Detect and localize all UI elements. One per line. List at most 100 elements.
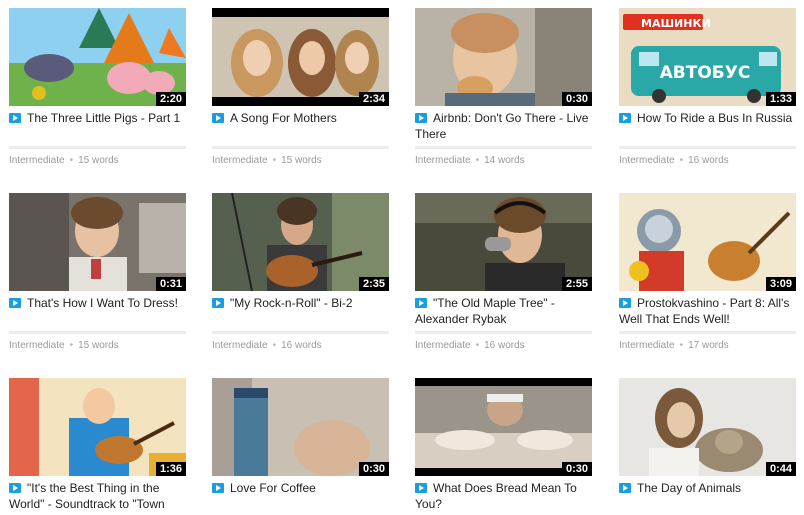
progress-bar [415,331,592,334]
video-meta: Intermediate • 16 words [212,340,322,351]
separator-dot: • [679,340,684,351]
play-icon [212,483,224,493]
video-title: The Three Little Pigs - Part 1 [27,111,181,125]
play-icon [619,298,631,308]
video-title: "My Rock-n-Roll" - Bi-2 [230,296,353,310]
video-title-link[interactable]: What Does Bread Mean To You? [415,480,592,512]
separator-dot: • [475,340,480,351]
video-card[interactable]: 0:30 What Does Bread Mean To You? [415,378,592,512]
level-label: Intermediate [415,155,471,166]
video-duration: 2:35 [358,277,389,291]
video-thumbnail[interactable]: 2:35 [212,193,389,291]
level-label: Intermediate [415,340,471,351]
word-count: 16 words [484,340,525,351]
video-thumbnail[interactable]: 0:30 [212,378,389,476]
play-icon [9,113,21,123]
play-icon [619,113,631,123]
video-meta: Intermediate • 17 words [619,340,729,351]
video-title: "The Old Maple Tree" - Alexander Rybak [415,296,555,326]
thumbnail-logo-text: МАШИНКИ [641,17,711,30]
video-thumbnail[interactable]: 0:30 [415,8,592,106]
separator-dot: • [272,155,277,166]
video-title-link[interactable]: That's How I Want To Dress! [9,295,186,311]
video-thumbnail[interactable]: 0:44 [619,378,796,476]
video-thumbnail[interactable]: 3:09 [619,193,796,291]
video-title-link[interactable]: Love For Coffee [212,480,389,496]
thumbnail-bus-text: АВТОБУС [660,63,751,83]
video-title-link[interactable]: The Day of Animals [619,480,796,496]
video-meta: Intermediate • 14 words [415,155,525,166]
video-title: Prostokvashino - Part 8: All's Well That… [619,296,790,326]
progress-bar [619,331,796,334]
level-label: Intermediate [9,155,65,166]
word-count: 15 words [78,340,119,351]
word-count: 17 words [688,340,729,351]
video-title-link[interactable]: "It's the Best Thing in the World" - Sou… [9,480,186,512]
video-card[interactable]: 0:44 The Day of Animals [619,378,796,496]
level-label: Intermediate [619,155,675,166]
video-title: Airbnb: Don't Go There - Live There [415,111,589,141]
play-icon [415,298,427,308]
video-card[interactable]: 1:36 "It's the Best Thing in the World" … [9,378,186,512]
video-title-link[interactable]: "My Rock-n-Roll" - Bi-2 [212,295,389,311]
video-thumbnail[interactable]: 0:30 [415,378,592,476]
video-card[interactable]: 2:34 A Song For Mothers Intermediate • 15 … [212,8,389,166]
video-card[interactable]: 2:55 "The Old Maple Tree" - Alexander Ry… [415,193,592,351]
video-card[interactable]: 0:30 Airbnb: Don't Go There - Live There… [415,8,592,166]
video-title: The Day of Animals [637,481,742,495]
separator-dot: • [679,155,684,166]
separator-dot: • [475,155,480,166]
video-card[interactable]: 0:31 That's How I Want To Dress! Interme… [9,193,186,351]
video-thumbnail[interactable]: 2:55 [415,193,592,291]
play-icon [415,113,427,123]
word-count: 16 words [688,155,729,166]
level-label: Intermediate [212,340,268,351]
video-title: How To Ride a Bus In Russia [637,111,793,125]
video-card[interactable]: МАШИНКИ АВТОБУС 1:33 How To Ride a Bus I… [619,8,796,166]
video-title-link[interactable]: Prostokvashino - Part 8: All's Well That… [619,295,796,327]
play-icon [212,113,224,123]
play-icon [415,483,427,493]
video-thumbnail[interactable]: 1:36 [9,378,186,476]
video-meta: Intermediate • 16 words [619,155,729,166]
video-card[interactable]: 0:30 Love For Coffee [212,378,389,496]
word-count: 16 words [281,340,322,351]
video-duration: 0:30 [561,462,592,476]
video-card[interactable]: 2:20 The Three Little Pigs - Part 1 Inte… [9,8,186,166]
video-duration: 1:33 [765,92,796,106]
video-duration: 2:34 [358,92,389,106]
word-count: 15 words [281,155,322,166]
play-icon [9,483,21,493]
video-title: That's How I Want To Dress! [27,296,179,310]
progress-bar [212,146,389,149]
progress-bar [212,331,389,334]
video-thumbnail[interactable]: 0:31 [9,193,186,291]
progress-bar [415,146,592,149]
video-title: "It's the Best Thing in the World" - Sou… [9,481,165,511]
video-title-link[interactable]: How To Ride a Bus In Russia [619,110,796,126]
video-meta: Intermediate • 16 words [415,340,525,351]
video-meta: Intermediate • 15 words [9,155,119,166]
video-title-link[interactable]: The Three Little Pigs - Part 1 [9,110,186,126]
video-duration: 1:36 [155,462,186,476]
video-title: What Does Bread Mean To You? [415,481,577,511]
level-label: Intermediate [9,340,65,351]
video-duration: 2:20 [155,92,186,106]
video-title: Love For Coffee [230,481,316,495]
progress-bar [9,331,186,334]
separator-dot: • [69,155,74,166]
separator-dot: • [69,340,74,351]
video-card[interactable]: 3:09 Prostokvashino - Part 8: All's Well… [619,193,796,351]
word-count: 14 words [484,155,525,166]
video-title-link[interactable]: "The Old Maple Tree" - Alexander Rybak [415,295,592,327]
video-thumbnail[interactable]: 2:20 [9,8,186,106]
separator-dot: • [272,340,277,351]
word-count: 15 words [78,155,119,166]
video-title-link[interactable]: A Song For Mothers [212,110,389,126]
video-thumbnail[interactable]: 2:34 [212,8,389,106]
video-title-link[interactable]: Airbnb: Don't Go There - Live There [415,110,592,142]
progress-bar [9,146,186,149]
video-thumbnail[interactable]: МАШИНКИ АВТОБУС 1:33 [619,8,796,106]
video-card[interactable]: 2:35 "My Rock-n-Roll" - Bi-2 Intermediat… [212,193,389,351]
video-duration: 0:31 [155,277,186,291]
